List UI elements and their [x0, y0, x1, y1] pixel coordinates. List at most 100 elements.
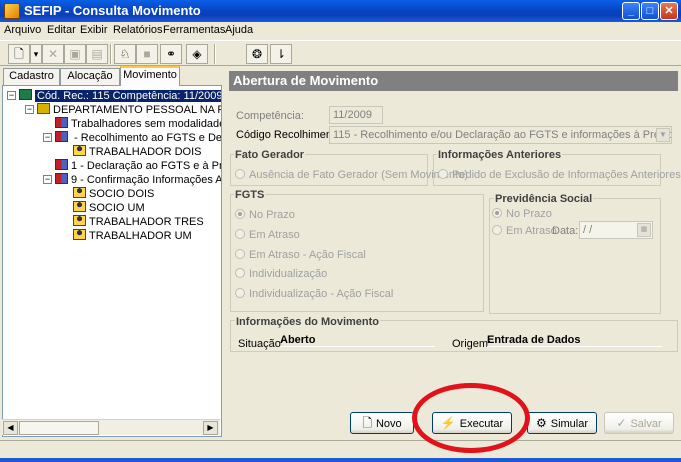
tab-movimento[interactable]: Movimento [120, 66, 180, 86]
close-button[interactable]: ✕ [660, 2, 678, 20]
scroll-right-icon[interactable]: ▶ [203, 421, 218, 435]
radio-fgts-individualizacao[interactable]: Individualização [235, 268, 327, 280]
radio-pedido-exclusao[interactable]: Pedido de Exclusão de Informações Anteri… [438, 169, 681, 181]
scroll-left-icon[interactable]: ◀ [3, 421, 18, 435]
expander-fgts[interactable]: − [43, 133, 52, 142]
situacao-value: Aberto [280, 334, 435, 347]
novo-button[interactable]: 🗋 Novo [350, 412, 414, 434]
codigo-value: 115 - Recolhimento e/ou Declaração ao FG… [333, 129, 671, 141]
tree-node-confirmacao[interactable]: 9 - Confirmação Informações Anterio [55, 173, 221, 186]
expander-root[interactable]: − [7, 91, 16, 100]
tree-horizontal-scrollbar[interactable]: ◀ ▶ [2, 419, 220, 435]
expander-confirmacao[interactable]: − [43, 175, 52, 184]
maximize-button[interactable]: □ [641, 2, 659, 20]
menu-exibir[interactable]: Exibir [80, 24, 108, 36]
checkmark-icon: ✓ [616, 416, 627, 430]
toolbar: 🗋 ▾ ✕ ▣ ▤ ♘ ■ ⚭ ◈ ❂ ⇂ [0, 40, 681, 66]
user-icon [73, 215, 86, 226]
radio-fgts-em-atraso[interactable]: Em Atraso [235, 229, 300, 241]
origem-label: Origem: [452, 338, 492, 350]
simulate-icon: ⚙ [535, 416, 547, 430]
user-icon [73, 187, 86, 198]
chevron-down-icon[interactable]: ▼ [656, 128, 670, 142]
radio-selected-icon [235, 209, 245, 219]
salvar-button: ✓ Salvar [604, 412, 674, 434]
help-icon[interactable]: ❂ [246, 44, 268, 64]
book-icon [55, 117, 68, 128]
book-icon [55, 159, 68, 170]
radio-icon [235, 288, 245, 298]
data-value: / / [583, 224, 593, 236]
user-icon [73, 229, 86, 240]
fgts-title: FGTS [234, 189, 266, 201]
info-movimento-title: Informações do Movimento [235, 316, 381, 328]
cube-icon[interactable]: ◈ [186, 44, 208, 64]
origem-value: Entrada de Dados [487, 334, 662, 347]
save-icon: ■ [136, 44, 158, 64]
movimento-tree[interactable]: − Cód. Rec.: 115 Competência: 11/2009 − … [2, 85, 222, 437]
tree-node-root[interactable]: Cód. Rec.: 115 Competência: 11/2009 [19, 89, 221, 102]
tree-node-declaracao[interactable]: 1 - Declaração ao FGTS e à Previdê [55, 159, 221, 172]
user-icon [73, 201, 86, 212]
calendar-icon[interactable]: ▦ [637, 223, 651, 237]
menu-relatorios[interactable]: Relatórios [113, 24, 163, 36]
taskbar-strip [0, 458, 681, 462]
radio-fgts-no-prazo[interactable]: No Prazo [235, 209, 295, 221]
radio-icon [235, 229, 245, 239]
menu-arquivo[interactable]: Arquivo [4, 24, 41, 36]
codigo-combo[interactable]: 115 - Recolhimento e/ou Declaração ao FG… [329, 126, 672, 144]
radio-fgts-atraso-acao-fiscal[interactable]: Em Atraso - Ação Fiscal [235, 249, 366, 261]
tree-node-socio-um[interactable]: SOCIO UM [73, 201, 145, 214]
tab-alocacao[interactable]: Alocação [60, 68, 120, 85]
new-document-icon[interactable]: 🗋 [8, 44, 30, 64]
menu-ferramentas[interactable]: Ferramentas [163, 24, 225, 36]
panel-title: Abertura de Movimento [229, 71, 678, 91]
tree-node-fgts[interactable]: - Recolhimento ao FGTS e Declara [55, 131, 221, 144]
tree-node-department[interactable]: DEPARTAMENTO PESSOAL NA PRAT [37, 103, 221, 116]
radio-icon [235, 249, 245, 259]
tree-node-worker[interactable]: TRABALHADOR DOIS [73, 145, 201, 158]
window-title: SEFIP - Consulta Movimento [24, 3, 201, 18]
toolbar-separator [110, 44, 112, 64]
radio-icon [235, 169, 245, 179]
situacao-label: Situação: [238, 338, 284, 350]
simular-button[interactable]: ⚙ Simular [527, 412, 597, 434]
building-icon [37, 103, 50, 114]
tab-cadastro[interactable]: Cadastro [3, 68, 60, 85]
tree-node-trabalhador-um[interactable]: TRABALHADOR UM [73, 229, 192, 242]
binoculars-icon[interactable]: ⚭ [160, 44, 182, 64]
competencia-field[interactable]: 11/2009 [329, 106, 383, 124]
competencia-label: Competência: [236, 110, 304, 122]
radio-icon [235, 268, 245, 278]
radio-icon [492, 225, 502, 235]
radio-icon [438, 169, 448, 179]
scroll-thumb[interactable] [19, 421, 99, 435]
radio-prev-no-prazo[interactable]: No Prazo [492, 208, 552, 220]
chevron-down-icon[interactable]: ▾ [30, 44, 42, 64]
book-icon [55, 173, 68, 184]
radio-selected-icon [492, 208, 502, 218]
tree-node-trabalhador-tres[interactable]: TRABALHADOR TRES [73, 215, 204, 228]
toolbar-separator [214, 44, 216, 64]
menu-ajuda[interactable]: Ajuda [225, 24, 253, 36]
minimize-button[interactable]: _ [622, 2, 640, 20]
info-anteriores-title: Informações Anteriores [437, 149, 563, 161]
book-icon [55, 131, 68, 142]
data-field[interactable]: / / ▦ [579, 221, 653, 239]
radio-prev-em-atraso[interactable]: Em Atraso [492, 225, 557, 237]
menu-editar[interactable]: Editar [47, 24, 76, 36]
codigo-label: Código Recolhimento: [236, 129, 345, 141]
sefip-app-icon [4, 3, 20, 19]
exit-icon[interactable]: ⇂ [270, 44, 292, 64]
status-bar [0, 440, 681, 462]
title-bar: SEFIP - Consulta Movimento _ □ ✕ [0, 0, 681, 22]
previdencia-title: Previdência Social [494, 193, 594, 205]
tree-node-socio-dois[interactable]: SOCIO DOIS [73, 187, 154, 200]
expander-department[interactable]: − [25, 105, 34, 114]
print-icon[interactable]: ♘ [114, 44, 136, 64]
new-document-icon: 🗋 [362, 416, 372, 430]
fato-gerador-title: Fato Gerador [234, 149, 306, 161]
highlight-circle [412, 383, 530, 453]
radio-fgts-individualizacao-acao-fiscal[interactable]: Individualização - Ação Fiscal [235, 288, 393, 300]
tree-node-modality[interactable]: Trabalhadores sem modalidade [55, 117, 221, 130]
